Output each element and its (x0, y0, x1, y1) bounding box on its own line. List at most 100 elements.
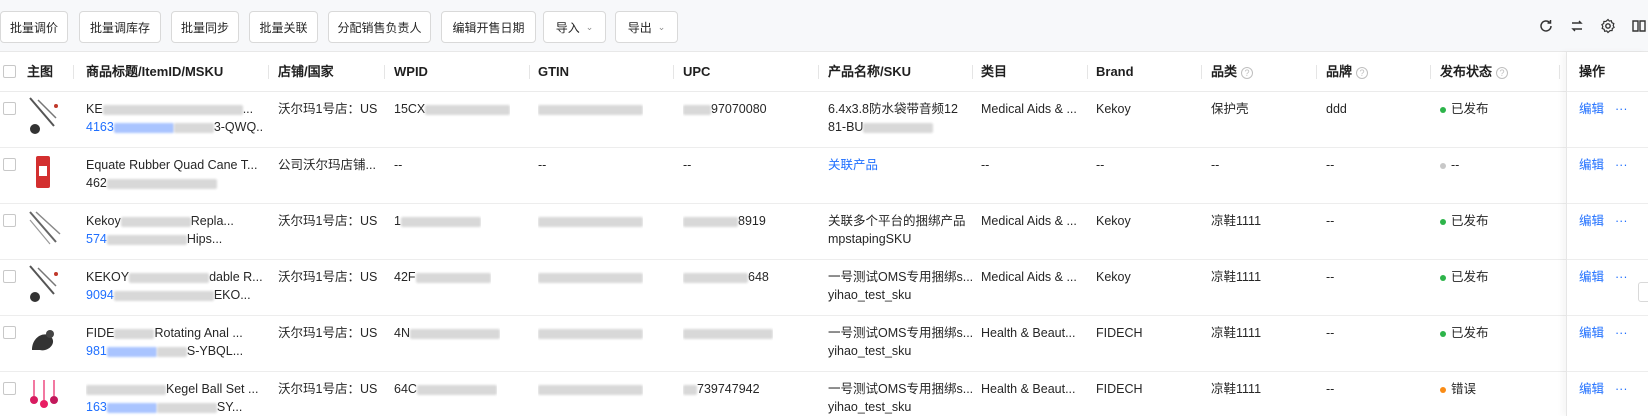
table-row[interactable]: Equate Rubber Quad Cane T... 462 公司沃尔玛店铺… (0, 148, 1648, 204)
item-id-link[interactable]: 163 (86, 400, 107, 414)
status-text: 已发布 (1451, 270, 1489, 284)
header-category: 类目 (981, 64, 1008, 79)
export-label: 导出 (627, 20, 652, 35)
redacted-block (538, 104, 643, 115)
table-row[interactable]: Kegel Ball Set ... 163 SY... 沃尔玛1号店：US 64… (0, 372, 1648, 416)
table-row[interactable]: Kekoy Repla... 574 Hips... 沃尔玛1号店：US 1 891… (0, 204, 1648, 260)
header-divider (384, 65, 385, 79)
batch-sync-button[interactable]: 批量同步 (171, 11, 239, 43)
import-dropdown[interactable]: 导入 ⌄ (543, 11, 606, 43)
redacted-block (106, 402, 157, 413)
store-cell: 沃尔玛1号店：US (278, 102, 378, 116)
select-all-checkbox[interactable] (3, 65, 16, 78)
item-id-link[interactable]: 4163 (86, 120, 114, 134)
product-cell: 一号测试OMS专用捆绑s... yihao_test_sku (828, 268, 973, 304)
item-id-link[interactable]: 9094 (86, 288, 114, 302)
switch-icon[interactable] (1568, 17, 1586, 35)
row-checkbox[interactable] (3, 158, 16, 171)
wpid-cell: 42F (394, 268, 491, 286)
table-row[interactable]: KE... 4163 3-QWQ... 沃尔玛1号店：US 15CX 970700… (0, 92, 1648, 148)
table-header: 主图 商品标题/ItemID/MSKU 店铺/国家 WPID GTIN UPC … (0, 52, 1648, 92)
title-cell: Kegel Ball Set ... 163 SY... (86, 380, 264, 416)
item-id-link[interactable]: 981 (86, 344, 107, 358)
row-checkbox[interactable] (3, 270, 16, 283)
status-badge: 已发布 (1440, 324, 1489, 342)
link-product-link[interactable]: 关联产品 (828, 156, 878, 174)
batch-inventory-button[interactable]: 批量调库存 (79, 11, 161, 43)
table-row[interactable]: FIDE Rotating Anal ... 981 S-YBQL... 沃尔玛1号… (0, 316, 1648, 372)
redacted-block (156, 402, 217, 413)
assign-sales-owner-button[interactable]: 分配销售负责人 (328, 11, 431, 43)
status-dot (1440, 274, 1446, 281)
store-cell: 沃尔玛1号店：US (278, 326, 378, 340)
wpid-text: 1 (394, 214, 401, 228)
row-checkbox[interactable] (3, 382, 16, 395)
status-dot (1440, 330, 1446, 337)
product-cell: 一号测试OMS专用捆绑s... yihao_test_sku (828, 380, 973, 416)
settings-icon[interactable] (1599, 17, 1617, 35)
msku-tail: S-YBQL... (186, 344, 244, 358)
brand-en-cell: FIDECH (1096, 382, 1143, 396)
upc-cell: 97070080 (683, 100, 767, 118)
category-cell: Health & Beaut... (981, 326, 1076, 340)
help-icon[interactable]: ? (1241, 66, 1254, 79)
status-badge: 已发布 (1440, 212, 1489, 230)
status-badge: -- (1440, 156, 1459, 174)
wpid-cell: 15CX (394, 100, 511, 118)
brand-cn-cell: -- (1326, 214, 1335, 228)
redacted-block (409, 328, 500, 339)
row-checkbox[interactable] (3, 214, 16, 227)
title-text: KE (86, 102, 103, 116)
side-drawer-handle[interactable] (1638, 282, 1648, 302)
help-icon[interactable]: ? (1356, 66, 1369, 79)
redacted-block (415, 272, 491, 283)
category-cn-cell: 凉鞋1111 (1211, 214, 1262, 228)
toolbar: 批量调价 批量调库存 批量同步 批量关联 分配销售负责人 编辑开售日期 导入 ⌄ … (0, 0, 1648, 52)
header-category-cn: 品类? (1211, 52, 1254, 92)
header-wpid: WPID (394, 64, 428, 79)
gtin-cell: -- (538, 158, 547, 172)
status-badge: 错误 (1440, 380, 1476, 398)
batch-price-label: 批量调价 (9, 20, 58, 35)
header-divider (673, 65, 674, 79)
wpid-cell: -- (394, 158, 403, 172)
redacted-block (538, 384, 643, 395)
product-cell: 关联多个平台的捆绑产品 mpstapingSKU (828, 212, 966, 248)
chevron-down-icon: ⌄ (585, 21, 594, 32)
refresh-icon[interactable] (1537, 17, 1555, 35)
row-checkbox[interactable] (3, 102, 16, 115)
header-divider (1316, 65, 1317, 79)
status-dot (1440, 162, 1446, 169)
brand-cn-cell: -- (1326, 382, 1335, 396)
redacted-block (400, 216, 481, 227)
redacted-block (683, 384, 697, 395)
product-thumbnail (36, 156, 50, 188)
redacted-block (156, 346, 187, 357)
item-id-link[interactable]: 574 (86, 232, 107, 246)
product-sku: yihao_test_sku (828, 288, 912, 302)
msku-tail: Hips... (186, 232, 223, 246)
batch-link-button[interactable]: 批量关联 (249, 11, 318, 43)
header-upc: UPC (683, 64, 711, 79)
batch-link-label: 批量关联 (259, 20, 308, 35)
row-checkbox[interactable] (3, 326, 16, 339)
table-row[interactable]: KEKOY dable R... 9094 EKO... 沃尔玛1号店：US 42F… (0, 260, 1648, 316)
gtin-cell (538, 100, 643, 118)
header-divider (972, 65, 973, 79)
header-product: 产品名称/SKU (828, 64, 912, 79)
redacted-block (113, 122, 174, 133)
help-icon[interactable]: ? (1496, 66, 1509, 79)
status-dot (1440, 386, 1446, 393)
redacted-block (106, 234, 187, 245)
header-status: 发布状态? (1440, 52, 1509, 92)
wpid-text: 4N (394, 326, 410, 340)
batch-inventory-label: 批量调库存 (89, 20, 150, 35)
title-tail: Repla... (190, 214, 234, 228)
export-dropdown[interactable]: 导出 ⌄ (615, 11, 678, 43)
product-name: 一号测试OMS专用捆绑s... (828, 326, 974, 340)
edit-sale-date-button[interactable]: 编辑开售日期 (441, 11, 536, 43)
title-tail: dable R... (209, 270, 263, 284)
batch-price-button[interactable]: 批量调价 (0, 11, 68, 43)
book-icon[interactable] (1630, 17, 1648, 35)
store-cell: 沃尔玛1号店：US (278, 382, 378, 396)
